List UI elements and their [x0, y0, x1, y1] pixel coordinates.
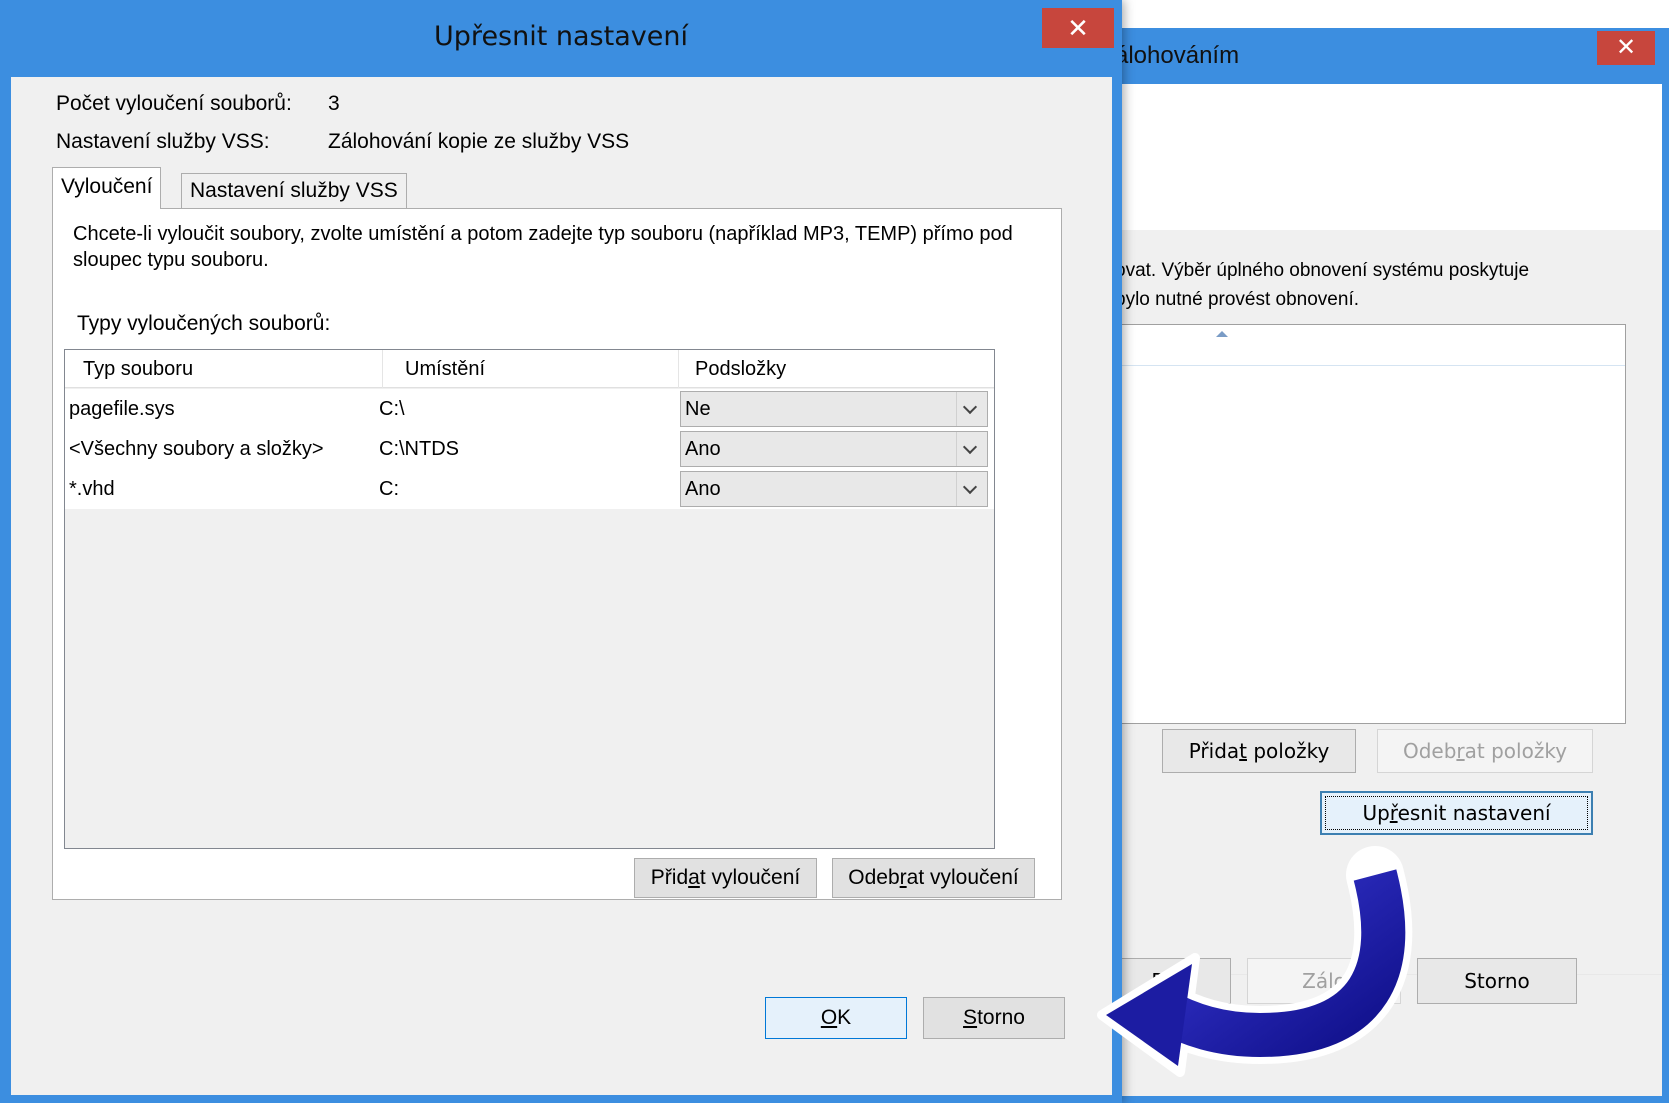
backup-description-line1: ovat. Výběr úplného obnovení systému pos…	[1115, 260, 1530, 281]
table-row[interactable]: pagefile.sys C:\ Ne	[65, 389, 994, 429]
table-row[interactable]: <Všechny soubory a složky> C:\NTDS Ano	[65, 429, 994, 469]
backup-description-line2: bylo nutné provést obnovení.	[1115, 289, 1360, 310]
exclusions-tab-panel: Chcete-li vyloučit soubory, zvolte umíst…	[52, 208, 1062, 900]
focus-ring	[1325, 796, 1588, 830]
subfolders-value: Ano	[685, 478, 721, 500]
grid-header: Typ souboru Umístění Podsložky	[65, 350, 994, 388]
curved-arrow-annotation	[1097, 846, 1413, 1077]
cell-location[interactable]: C:\	[379, 389, 405, 429]
column-header-subfolders[interactable]: Podsložky	[679, 350, 994, 388]
backup-window-titlebar[interactable]: álohováním ✕	[1095, 28, 1669, 84]
cell-location[interactable]: C:	[379, 469, 399, 509]
exclusions-count-value: 3	[328, 92, 340, 115]
dropdown-toggle[interactable]	[956, 432, 987, 466]
backup-header-area	[1115, 84, 1662, 230]
dropdown-toggle[interactable]	[956, 392, 987, 426]
subfolders-select[interactable]: Ano	[680, 471, 988, 507]
backup-close-button[interactable]: ✕	[1597, 31, 1655, 65]
advanced-settings-button[interactable]: Upřesnit nastavení	[1320, 791, 1593, 835]
backup-description: ovat. Výběr úplného obnovení systému pos…	[1115, 256, 1655, 314]
subfolders-value: Ano	[685, 438, 721, 460]
chevron-down-icon	[962, 479, 978, 495]
chevron-down-icon	[962, 439, 978, 455]
dialog-client: Počet vyloučení souborů: 3 Nastavení slu…	[11, 77, 1112, 1095]
backup-window-title: álohováním	[1115, 42, 1240, 69]
tab-exclusions[interactable]: Vyloučení	[52, 167, 162, 209]
backup-items-list[interactable]	[1115, 324, 1626, 724]
cell-file-type[interactable]: *.vhd	[69, 469, 115, 509]
remove-items-button[interactable]: Odebrat položky	[1377, 729, 1593, 773]
dialog-title: Upřesnit nastavení	[434, 21, 688, 52]
exclusions-instructions: Chcete-li vyloučit soubory, zvolte umíst…	[73, 223, 1013, 271]
exclusions-count-label: Počet vyloučení souborů:	[56, 92, 292, 115]
cell-location[interactable]: C:\NTDS	[379, 429, 459, 469]
sort-ascending-icon	[1216, 331, 1228, 337]
tab-vss-settings[interactable]: Nastavení služby VSS	[181, 173, 407, 209]
add-exclusion-button[interactable]: Přidat vyloučení	[634, 858, 817, 898]
dropdown-toggle[interactable]	[956, 472, 987, 506]
vss-settings-label: Nastavení služby VSS:	[56, 130, 270, 153]
backup-cancel-button[interactable]: Storno	[1417, 958, 1577, 1004]
remove-exclusion-button[interactable]: Odebrat vyloučení	[832, 858, 1035, 898]
dialog-close-button[interactable]: ✕	[1042, 8, 1114, 48]
excluded-types-label: Typy vyloučených souborů:	[77, 312, 331, 335]
chevron-down-icon	[962, 399, 978, 415]
exclusions-grid[interactable]: Typ souboru Umístění Podsložky pagefile.…	[64, 349, 995, 849]
vss-settings-value: Zálohování kopie ze služby VSS	[328, 130, 630, 153]
subfolders-value: Ne	[685, 398, 711, 420]
ok-button[interactable]: OK	[765, 997, 907, 1039]
subfolders-select[interactable]: Ano	[680, 431, 988, 467]
cell-file-type[interactable]: <Všechny soubory a složky>	[69, 429, 324, 469]
cell-file-type[interactable]: pagefile.sys	[69, 389, 175, 429]
table-row[interactable]: *.vhd C: Ano	[65, 469, 994, 509]
advanced-settings-dialog: Upřesnit nastavení ✕ Počet vyloučení sou…	[0, 0, 1122, 1103]
add-items-button[interactable]: Přidat položky	[1162, 729, 1356, 773]
backup-list-header-divider	[1116, 365, 1625, 366]
subfolders-select[interactable]: Ne	[680, 391, 988, 427]
column-header-location[interactable]: Umístění	[383, 350, 679, 388]
column-header-file-type[interactable]: Typ souboru	[65, 350, 383, 388]
cancel-button[interactable]: Storno	[923, 997, 1065, 1039]
